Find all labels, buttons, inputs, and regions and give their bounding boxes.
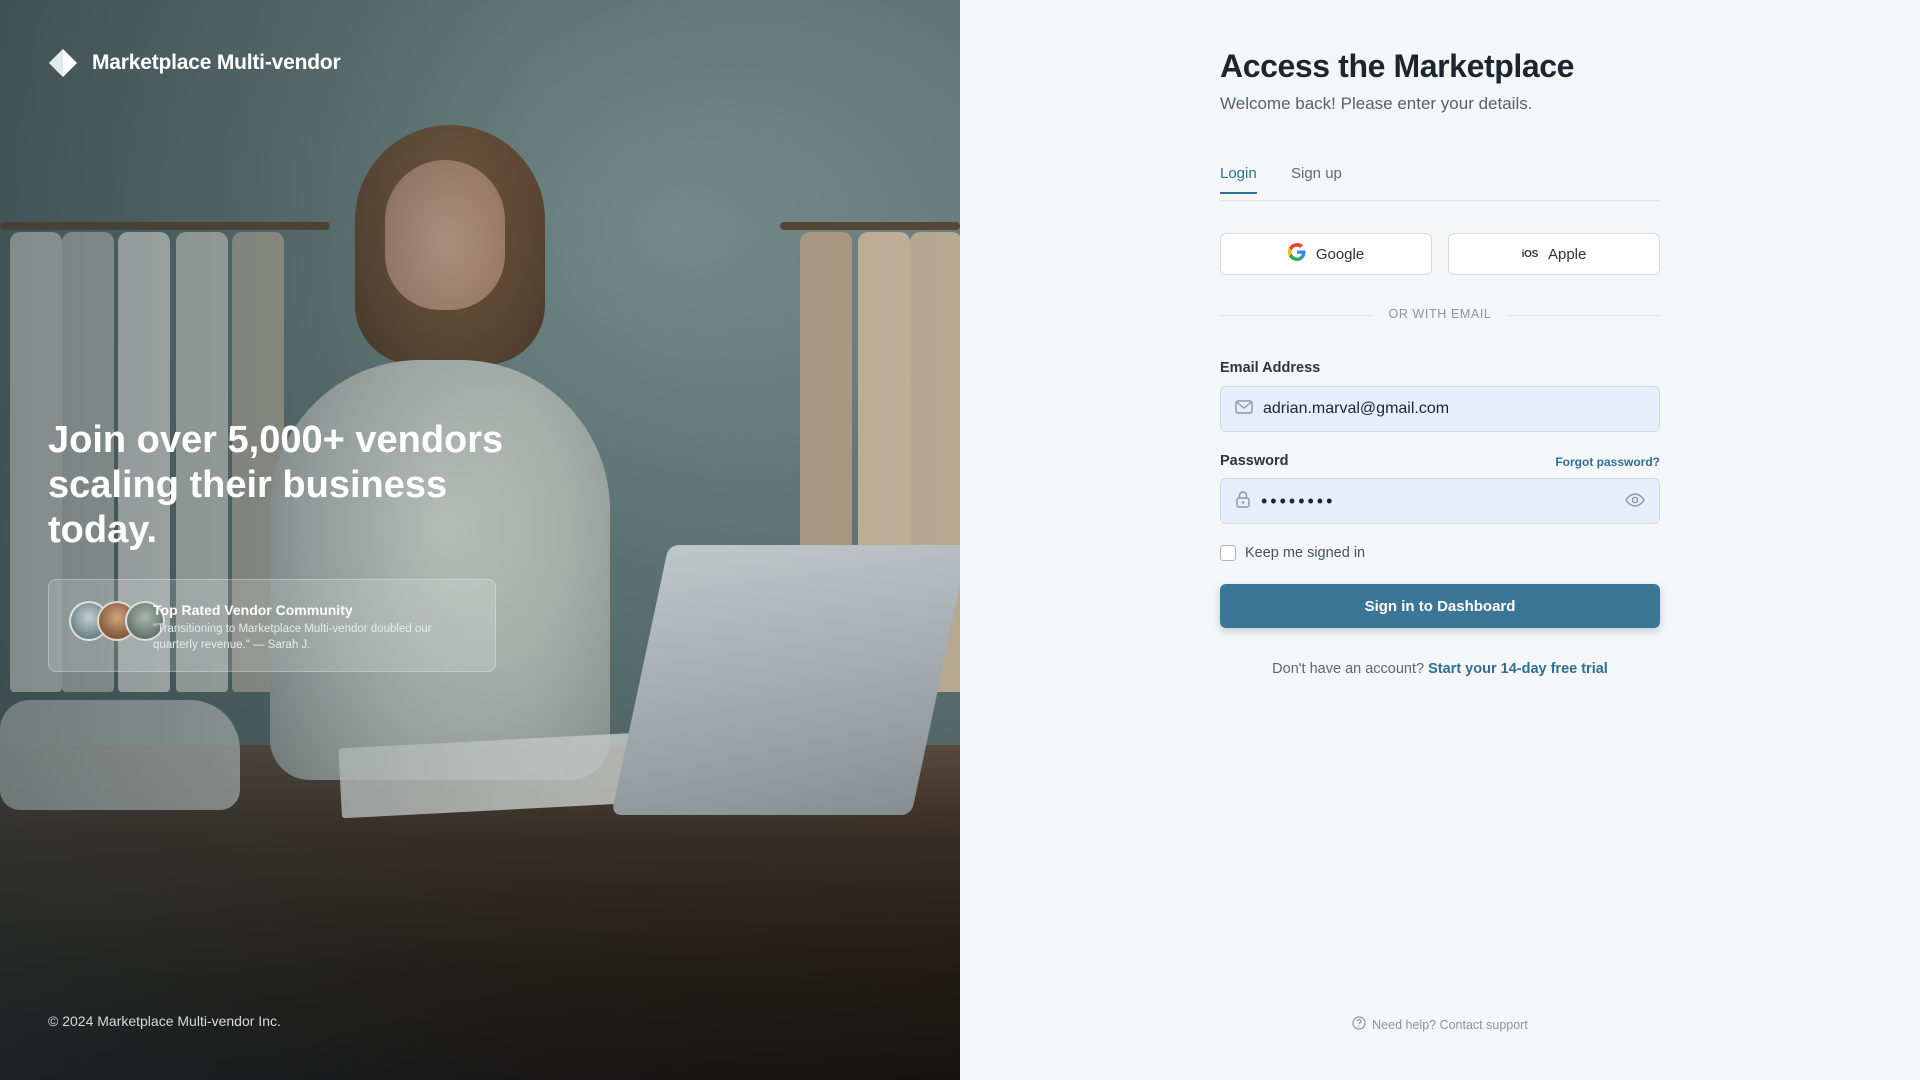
remember-me[interactable]: Keep me signed in (1220, 545, 1365, 561)
eye-icon[interactable] (1625, 492, 1645, 513)
login-panel: Access the Marketplace Welcome back! Ple… (960, 0, 1920, 1080)
remember-checkbox[interactable] (1220, 545, 1236, 561)
signup-prompt-text: Don't have an account? (1272, 661, 1425, 677)
hero-headline: Join over 5,000+ vendors scaling their b… (48, 419, 504, 551)
mail-icon (1235, 399, 1253, 419)
google-icon (1287, 243, 1306, 265)
brand-name: Marketplace Multi-vendor (92, 51, 341, 74)
page-title: Access the Marketplace (1220, 48, 1575, 84)
testimonial-title: Top Rated Vendor Community (153, 602, 353, 618)
google-button[interactable]: Google (1220, 233, 1432, 275)
diamond-logo-icon (48, 48, 78, 78)
email-input[interactable] (1263, 400, 1623, 418)
hero-panel: Marketplace Multi-vendor Join over 5,000… (0, 0, 960, 1080)
tab-login[interactable]: Login (1220, 165, 1257, 194)
forgot-password-link[interactable]: Forgot password? (1555, 455, 1660, 469)
password-field[interactable] (1220, 478, 1660, 524)
password-label: Password (1220, 453, 1289, 469)
divider-line (1508, 315, 1660, 316)
lock-icon (1235, 490, 1251, 513)
signup-prompt: Don't have an account? Start your 14-day… (1220, 661, 1660, 677)
remember-label: Keep me signed in (1245, 545, 1366, 561)
testimonial-quote: "Transitioning to Marketplace Multi-vend… (153, 623, 432, 651)
sign-in-button[interactable]: Sign in to Dashboard (1220, 584, 1660, 628)
password-input[interactable] (1261, 490, 1621, 512)
free-trial-link[interactable]: Start your 14-day free trial (1428, 661, 1608, 677)
testimonial-card: Top Rated Vendor Community "Transitionin… (48, 579, 496, 672)
email-divider: OR WITH EMAIL (1220, 307, 1660, 323)
copyright: © 2024 Marketplace Multi-vendor Inc. (48, 1013, 281, 1029)
apple-button[interactable]: iOS Apple (1448, 233, 1660, 275)
email-field[interactable] (1220, 386, 1660, 432)
help-icon (1352, 1016, 1366, 1033)
help-link[interactable]: Need help? Contact support (1220, 1016, 1660, 1033)
apple-button-label: Apple (1547, 245, 1587, 263)
divider-text: OR WITH EMAIL (1388, 307, 1492, 321)
ios-icon: iOS (1521, 248, 1539, 260)
brand[interactable]: Marketplace Multi-vendor (48, 48, 341, 78)
email-label: Email Address (1220, 360, 1321, 376)
help-text: Need help? Contact support (1372, 1017, 1528, 1032)
page-subtitle: Welcome back! Please enter your details. (1220, 94, 1533, 113)
auth-tabs: Login Sign up (1220, 163, 1660, 201)
tab-signup[interactable]: Sign up (1291, 165, 1342, 192)
google-button-label: Google (1315, 245, 1365, 263)
